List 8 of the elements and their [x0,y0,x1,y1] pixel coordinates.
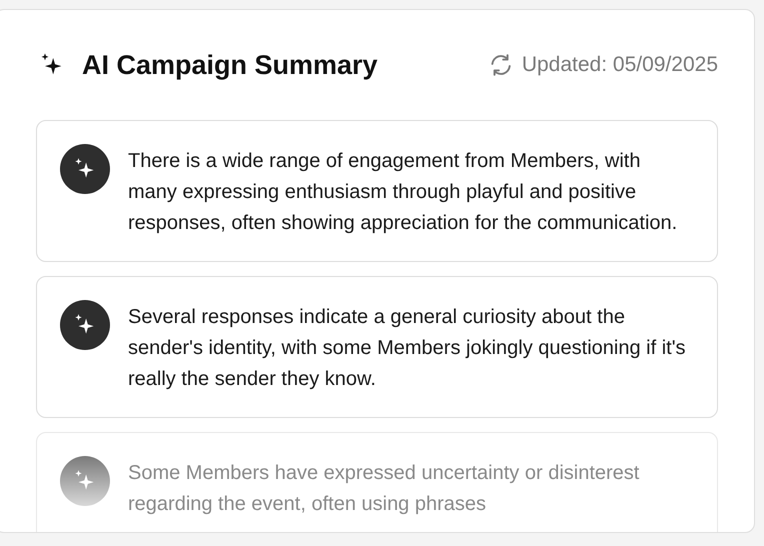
insight-text: Some Members have expressed uncertainty or disinterest regarding the event, often using phrases [128,461,640,517]
sparkle-icon [60,144,110,194]
sparkle-icon [60,456,110,506]
sparkle-icon [60,300,110,350]
updated-date: Updated: 05/09/2025 [522,53,718,77]
insight-text: Several responses indicate a general curiosity about the sender's identity, with some Members jokingly questioning if it's really the sender they know. [128,305,687,392]
insight-text: There is a wide range of engagement from Members, with many expressing enthusiasm through playful and positive responses, often showing appreciation for the communication. [128,149,678,236]
panel-title: AI Campaign Summary [82,50,379,80]
